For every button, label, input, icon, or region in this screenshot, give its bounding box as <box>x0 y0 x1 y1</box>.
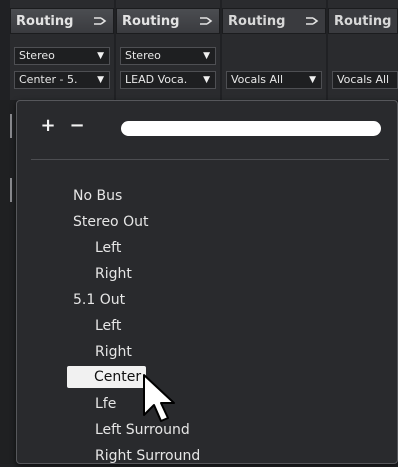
routing-header-label: Routing <box>122 13 180 29</box>
routing-header[interactable]: Routing <box>116 8 220 34</box>
output-routing-dropdown[interactable]: Vocals All ▼ <box>226 71 322 89</box>
menu-item-stereo-out[interactable]: Stereo Out <box>73 211 148 233</box>
menu-item-5-1-out[interactable]: 5.1 Out <box>73 289 125 311</box>
output-routing-dropdown[interactable]: Vocals All <box>332 71 398 89</box>
divider <box>10 114 12 138</box>
output-routing-dropdown[interactable]: LEAD Voca. ▼ <box>120 71 216 89</box>
channel-strip-3: Routing Vocals All ▼ <box>222 0 326 100</box>
input-routing-dropdown[interactable]: Stereo ▼ <box>14 47 110 65</box>
divider <box>10 178 12 202</box>
routing-header[interactable]: Routing <box>328 8 398 34</box>
output-routing-value: Center - 5. <box>19 73 78 86</box>
channel-strip-1: Routing Stereo ▼ Center - 5. ▼ <box>10 0 114 100</box>
output-routing-value: Vocals All <box>337 73 390 86</box>
menu-item-5-1-lfe[interactable]: Lfe <box>95 393 116 415</box>
routing-popup-menu: + − No Bus Stereo Out Left Right 5.1 Out… <box>16 100 398 464</box>
input-routing-empty <box>226 47 322 65</box>
menu-item-5-1-left[interactable]: Left <box>95 315 121 337</box>
mouse-pointer-icon <box>143 374 175 422</box>
remove-button[interactable]: − <box>68 115 86 136</box>
input-routing-empty <box>332 47 394 65</box>
output-routing-dropdown[interactable]: Center - 5. ▼ <box>14 71 110 89</box>
menu-item-stereo-right[interactable]: Right <box>95 263 132 285</box>
triangle-down-icon: ▼ <box>309 75 316 85</box>
divider <box>31 159 389 160</box>
routing-header[interactable]: Routing <box>10 8 114 34</box>
routing-header[interactable]: Routing <box>222 8 326 34</box>
add-button[interactable]: + <box>39 115 57 136</box>
input-routing-dropdown[interactable]: Stereo ▼ <box>120 47 216 65</box>
triangle-down-icon: ▼ <box>203 75 210 85</box>
routing-icon[interactable] <box>305 15 319 27</box>
triangle-down-icon: ▼ <box>97 75 104 85</box>
mixer-background <box>0 100 16 464</box>
menu-item-5-1-right[interactable]: Right <box>95 341 132 363</box>
input-routing-value: Stereo <box>19 49 55 62</box>
search-input[interactable] <box>121 121 381 136</box>
menu-item-stereo-left[interactable]: Left <box>95 237 121 259</box>
routing-icon[interactable] <box>93 15 107 27</box>
triangle-down-icon: ▼ <box>97 51 104 61</box>
routing-icon[interactable] <box>199 15 213 27</box>
routing-header-label: Routing <box>228 13 286 29</box>
channel-strip-2: Routing Stereo ▼ LEAD Voca. ▼ <box>116 0 220 100</box>
routing-header-label: Routing <box>334 13 392 29</box>
menu-item-no-bus[interactable]: No Bus <box>73 185 122 207</box>
output-routing-value: LEAD Voca. <box>125 73 188 86</box>
output-routing-value: Vocals All <box>231 73 284 86</box>
input-routing-value: Stereo <box>125 49 161 62</box>
triangle-down-icon: ▼ <box>203 51 210 61</box>
menu-item-5-1-center[interactable]: Center <box>67 366 146 388</box>
channel-strip-4: Routing Vocals All <box>328 0 398 100</box>
routing-header-label: Routing <box>16 13 74 29</box>
